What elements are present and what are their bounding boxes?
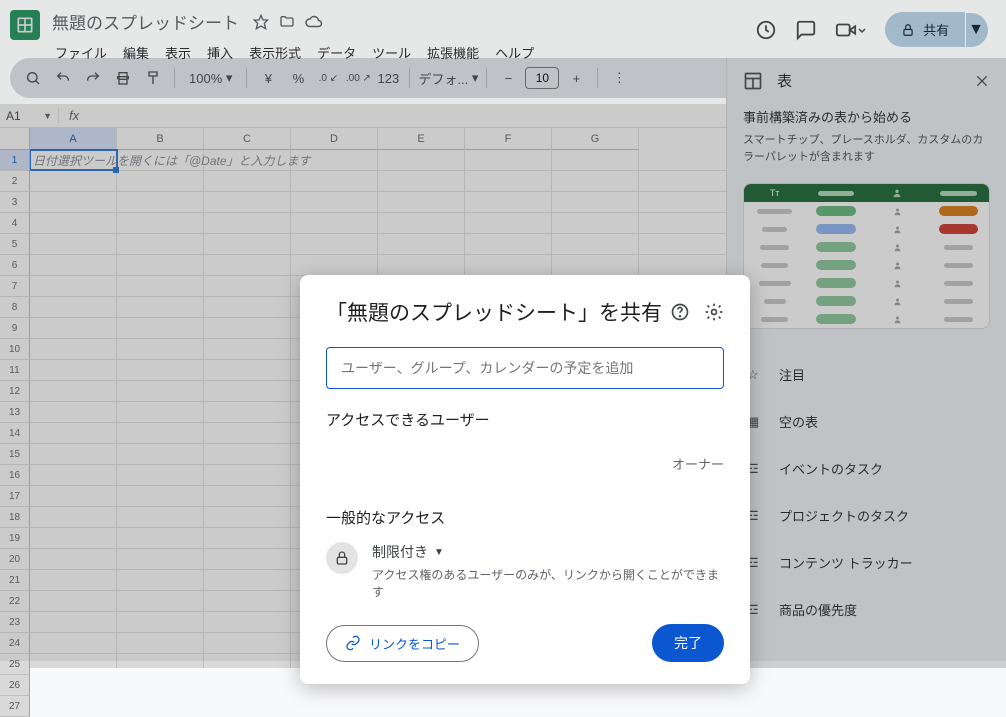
lock-icon: [326, 542, 358, 574]
done-button[interactable]: 完了: [652, 624, 724, 662]
row-header[interactable]: 27: [0, 696, 30, 717]
access-users-heading: アクセスできるユーザー: [326, 409, 724, 430]
share-dialog-title: 「無題のスプレッドシート」を共有: [326, 297, 662, 327]
add-people-input[interactable]: [326, 347, 724, 389]
chevron-down-icon: ▼: [434, 547, 444, 558]
help-icon[interactable]: [670, 302, 690, 322]
copy-link-label: リンクをコピー: [369, 634, 460, 653]
row-header[interactable]: 26: [0, 675, 30, 696]
owner-label: オーナー: [672, 454, 724, 473]
access-level-description: アクセス権のあるユーザーのみが、リンクから開くことができます: [372, 566, 724, 600]
access-level-label: 制限付き: [372, 542, 428, 562]
share-dialog: 「無題のスプレッドシート」を共有 アクセスできるユーザー オーナー 一般的なアク…: [300, 275, 750, 684]
access-level-select[interactable]: 制限付き ▼: [372, 542, 724, 562]
copy-link-button[interactable]: リンクをコピー: [326, 625, 479, 662]
general-access-heading: 一般的なアクセス: [326, 507, 724, 528]
gear-icon[interactable]: [704, 302, 724, 322]
